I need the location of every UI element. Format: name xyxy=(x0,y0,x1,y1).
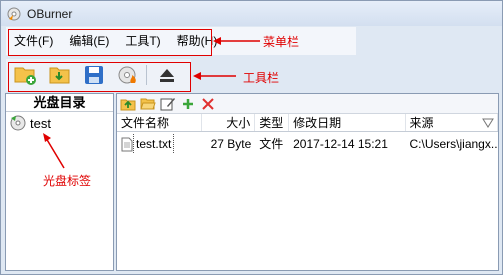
cell-source: C:\Users\jiangx... xyxy=(409,137,499,151)
text-file-icon xyxy=(121,137,133,151)
delete-button[interactable] xyxy=(199,95,217,113)
add-icon xyxy=(183,98,193,109)
cell-modified: 2017-12-14 15:21 xyxy=(293,137,388,151)
cell-filename: test.txt xyxy=(117,134,202,154)
edit-icon xyxy=(160,97,175,110)
up-folder-icon xyxy=(120,99,136,110)
col-type[interactable]: 类型 xyxy=(255,114,290,131)
disc-label-annotation: 光盘标签 xyxy=(43,174,92,188)
disc-icon xyxy=(10,115,26,131)
tree-item-label: test xyxy=(30,115,51,131)
app-icon xyxy=(7,7,21,20)
disc-label-arrow xyxy=(43,133,65,169)
up-folder-button[interactable] xyxy=(119,95,137,113)
delete-icon xyxy=(202,97,214,110)
toolbar-highlight-box xyxy=(8,62,191,92)
menubar-annotation: 菜单栏 xyxy=(263,35,300,49)
filename-text: test.txt xyxy=(133,134,175,154)
file-table-header: 文件名称 大小 类型 修改日期 来源 xyxy=(117,114,499,132)
menubar-highlight-box xyxy=(8,29,212,56)
toolbar-annotation: 工具栏 xyxy=(243,71,280,85)
cell-type: 文件 xyxy=(259,137,284,151)
toolbar-arrow xyxy=(193,72,236,80)
open-folder-button[interactable] xyxy=(139,95,157,113)
menubar-arrow xyxy=(213,37,260,45)
col-size[interactable]: 大小 xyxy=(202,114,256,131)
title-bar: OBurner xyxy=(1,1,502,26)
open-folder-icon xyxy=(140,98,156,109)
cell-size: 27 Byte xyxy=(210,137,252,151)
table-row[interactable]: test.txt 27 Byte 文件 2017-12-14 15:21 C:\… xyxy=(117,134,498,154)
file-toolbar xyxy=(117,94,498,114)
file-list-panel: 文件名称 大小 类型 修改日期 来源 test.txt 27 Byte 文件 2… xyxy=(116,93,499,271)
sort-indicator-icon xyxy=(482,118,494,128)
add-button[interactable] xyxy=(179,95,197,113)
disc-directory-header: 光盘目录 xyxy=(6,94,113,112)
col-filename[interactable]: 文件名称 xyxy=(117,114,202,131)
window-title: OBurner xyxy=(27,6,73,21)
edit-button[interactable] xyxy=(159,95,177,113)
col-modified[interactable]: 修改日期 xyxy=(289,114,406,131)
